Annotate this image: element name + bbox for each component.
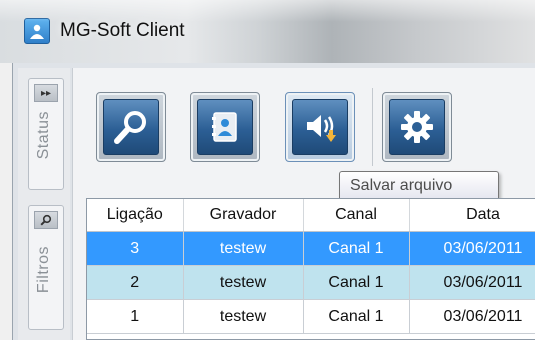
- tooltip: Salvar arquivo: [339, 171, 499, 201]
- toolbar-separator: [372, 88, 373, 166]
- title-bar[interactable]: MG-Soft Client: [0, 0, 535, 63]
- settings-button[interactable]: [382, 92, 452, 162]
- cell-gravador: testew: [183, 299, 304, 334]
- cell-gravador: testew: [183, 231, 304, 266]
- table-row[interactable]: 1 testew Canal 1 03/06/2011: [87, 299, 535, 334]
- column-header-ligacao[interactable]: Ligação: [87, 199, 184, 232]
- magnifier-icon[interactable]: [34, 211, 58, 229]
- tab-filtros-label: Filtros: [35, 246, 52, 294]
- magnifier-icon: [103, 99, 159, 155]
- table-row[interactable]: 2 testew Canal 1 03/06/2011: [87, 265, 535, 300]
- search-button[interactable]: [96, 92, 166, 162]
- calls-table: Ligação Gravador Canal Data 3 testew Can…: [87, 199, 535, 334]
- table-row[interactable]: 3 testew Canal 1 03/06/2011: [87, 231, 535, 266]
- cell-canal: Canal 1: [303, 299, 410, 334]
- column-header-data[interactable]: Data: [409, 199, 535, 232]
- cell-gravador: testew: [183, 265, 304, 300]
- cell-canal: Canal 1: [303, 265, 410, 300]
- save-file-button[interactable]: [285, 92, 355, 162]
- cell-canal: Canal 1: [303, 231, 410, 266]
- cell-data: 03/06/2011: [409, 299, 535, 334]
- cell-data: 03/06/2011: [409, 231, 535, 266]
- cell-ligacao: 1: [87, 299, 184, 334]
- window-title: MG-Soft Client: [60, 20, 185, 41]
- address-book-icon: [197, 99, 253, 155]
- cell-ligacao: 2: [87, 265, 184, 300]
- column-header-canal[interactable]: Canal: [303, 199, 410, 232]
- header-row: Ligação Gravador Canal Data: [87, 199, 535, 232]
- calls-grid[interactable]: Ligação Gravador Canal Data 3 testew Can…: [86, 198, 535, 340]
- cell-data: 03/06/2011: [409, 265, 535, 300]
- gear-icon: [389, 99, 445, 155]
- cell-ligacao: 3: [87, 231, 184, 266]
- double-chevron-right-icon[interactable]: ▸▸: [34, 84, 58, 102]
- speaker-download-icon: [292, 99, 348, 155]
- column-header-gravador[interactable]: Gravador: [183, 199, 304, 232]
- contacts-button[interactable]: [190, 92, 260, 162]
- tab-status[interactable]: ▸▸ Status: [28, 78, 64, 190]
- tab-filtros[interactable]: Filtros: [28, 205, 64, 330]
- app-icon[interactable]: [24, 18, 50, 44]
- tab-status-label: Status: [35, 111, 52, 160]
